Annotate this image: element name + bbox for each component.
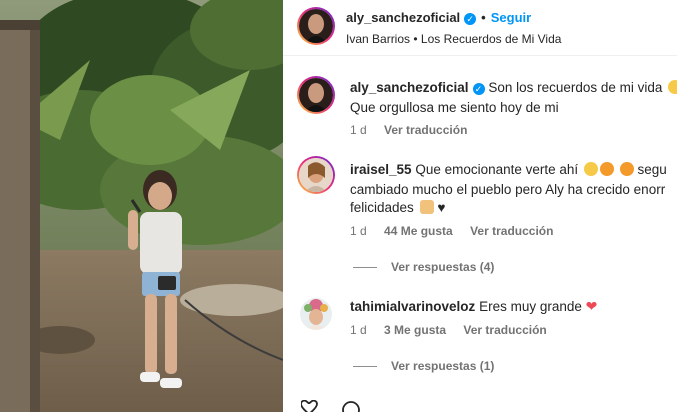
view-replies-button[interactable]: Ver respuestas (1) (353, 359, 494, 373)
red-heart-emoji-icon: ❤ (585, 298, 598, 314)
replies-divider (353, 366, 377, 368)
comment-line-1: iraisel_55 Que emocionante verte ahí seg… (350, 160, 667, 179)
view-replies-button[interactable]: Ver respuestas (4) (353, 260, 494, 274)
comment-line-3: felicidades ♥ (350, 198, 445, 217)
comment-likes[interactable]: 3 Me gusta (384, 323, 446, 337)
comment-text-3: felicidades (350, 200, 414, 215)
comment-username[interactable]: tahimialvarinoveloz (350, 299, 475, 314)
follow-button[interactable]: Seguir (491, 10, 531, 25)
view-replies-label: Ver respuestas (1) (391, 359, 495, 373)
post-header: aly_sanchezoficial ✓ • Seguir Ivan Barrios … (283, 0, 677, 56)
comment-item: iraisel_55 Que emocionante verte ahí seg… (283, 152, 677, 277)
comment-username[interactable]: iraisel_55 (350, 162, 412, 177)
comment-line-1: tahimialvarinoveloz Eres muy grande ❤ (350, 297, 597, 316)
author-avatar[interactable] (297, 7, 335, 45)
comment-translate-link[interactable]: Ver traducción (470, 224, 553, 238)
author-username[interactable]: aly_sanchezoficial (346, 10, 460, 25)
caption-meta: 1 d Ver traducción (350, 123, 481, 137)
verified-badge-icon: ✓ (464, 13, 477, 25)
like-icon[interactable] (300, 399, 318, 412)
caption-avatar-image (299, 78, 333, 112)
comment-avatar-image (300, 298, 332, 330)
comment-avatar[interactable] (297, 156, 335, 194)
comment-text-1: Que emocionante verte ahí (415, 162, 579, 177)
separator-dot: • (481, 10, 486, 25)
raised-hands-emoji-icon (419, 200, 434, 214)
comment-line-2: cambiado mucho el pueblo pero Aly ha cre… (350, 182, 666, 197)
audio-title[interactable]: Los Recuerdos de Mi Vida (421, 32, 562, 46)
black-heart-icon: ♥ (437, 200, 446, 215)
comment-time[interactable]: 1 d (350, 224, 367, 238)
author-avatar-image (299, 9, 333, 43)
comment-item: tahimialvarinoveloz Eres muy grande ❤ 1 … (283, 294, 677, 384)
comment-meta: 1 d 3 Me gusta Ver traducción (350, 323, 561, 337)
caption-avatar[interactable] (297, 76, 335, 114)
post-photo (0, 0, 283, 412)
comment-text-1-tail: segu (637, 162, 667, 177)
caption: aly_sanchezoficial ✓ Son los recuerdos de… (283, 72, 677, 142)
comment-time[interactable]: 1 d (350, 323, 367, 337)
caption-line-2: Que orgullosa me siento hoy de mi (350, 100, 559, 115)
clapping-emoji-icon (583, 162, 598, 176)
caption-translate-link[interactable]: Ver traducción (384, 123, 467, 137)
comment-avatar[interactable] (300, 298, 332, 330)
crying-face-emoji-icon (668, 80, 677, 94)
star-eyes-emoji-icon (619, 162, 634, 176)
post-actions (300, 399, 391, 412)
audio-artist[interactable]: Ivan Barrios (346, 32, 410, 46)
verified-badge-icon: ✓ (472, 83, 485, 95)
view-replies-label: Ver respuestas (4) (391, 260, 495, 274)
replies-divider (353, 267, 377, 269)
caption-text-1: Son los recuerdos de mi vida (488, 80, 663, 95)
post-media[interactable] (0, 0, 283, 412)
audio-line[interactable]: Ivan Barrios • Los Recuerdos de Mi Vida (346, 32, 561, 46)
star-eyes-emoji-icon (599, 162, 614, 176)
action-icons (300, 399, 360, 412)
comment-text-1: Eres muy grande (479, 299, 582, 314)
caption-time[interactable]: 1 d (350, 123, 367, 137)
comment-translate-link[interactable]: Ver traducción (463, 323, 546, 337)
comment-icon[interactable] (342, 401, 360, 412)
comment-meta: 1 d 44 Me gusta Ver traducción (350, 224, 567, 238)
header-user-line: aly_sanchezoficial ✓ • Seguir (346, 10, 531, 25)
caption-username[interactable]: aly_sanchezoficial (350, 80, 469, 95)
caption-line-1: aly_sanchezoficial ✓ Son los recuerdos de… (350, 78, 677, 97)
comment-avatar-image (299, 158, 333, 192)
audio-separator: • (413, 32, 418, 46)
post-side-panel: aly_sanchezoficial ✓ • Seguir Ivan Barrios … (283, 0, 677, 412)
comment-likes[interactable]: 44 Me gusta (384, 224, 453, 238)
